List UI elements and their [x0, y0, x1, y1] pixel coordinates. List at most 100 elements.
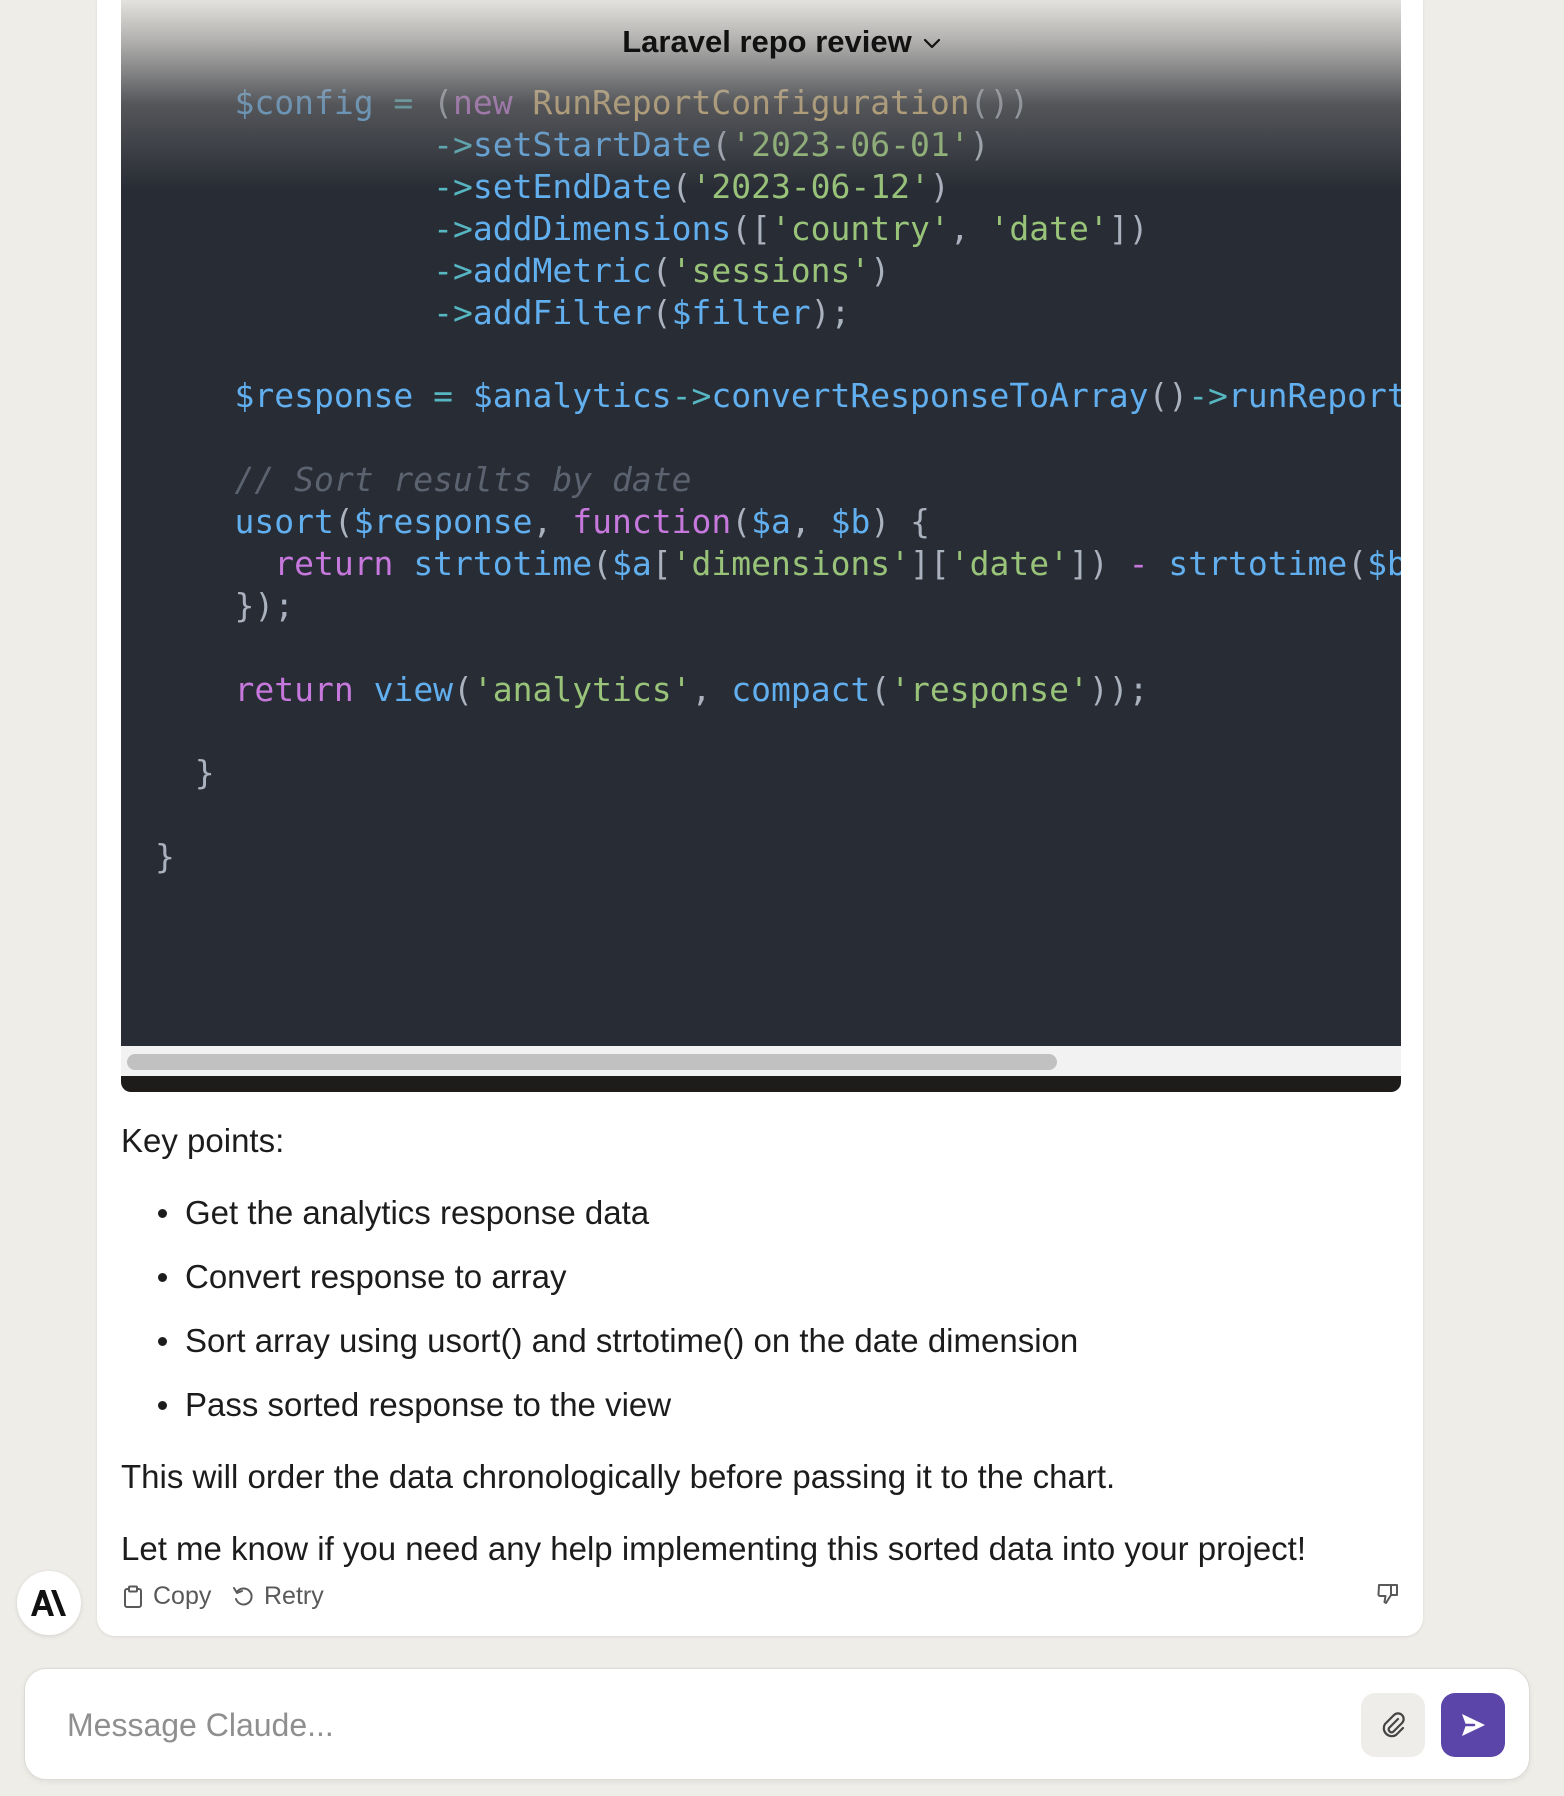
thumbs-down-icon — [1376, 1582, 1400, 1606]
bullet-dot — [158, 1337, 167, 1346]
code-token: '2023-06-12' — [691, 166, 930, 206]
code-token: ]) — [1108, 208, 1149, 248]
code-line: $config = (new RunReportConfiguration()) — [155, 79, 1029, 127]
code-token: 'country' — [770, 208, 950, 248]
code-line: $response = $analytics->convertResponseT… — [155, 372, 1401, 420]
code-token: ( — [731, 502, 752, 541]
code-line: ->addMetric('sessions') — [155, 247, 890, 295]
bullet-dot — [158, 1273, 167, 1282]
code-token: // Sort results by date — [234, 460, 692, 500]
bullet-dot — [158, 1401, 167, 1410]
send-arrow-icon — [1458, 1710, 1488, 1740]
code-token: ) — [929, 166, 950, 206]
code-token: usort — [234, 502, 334, 541]
conversation-title[interactable]: Laravel repo review — [0, 24, 1564, 60]
code-line: ->addFilter($filter); — [155, 289, 850, 337]
code-token: () — [1148, 376, 1189, 416]
code-token: -> — [433, 250, 473, 290]
code-token: 'dimensions' — [671, 543, 911, 583]
code-token: ][ — [910, 543, 950, 583]
copy-button[interactable]: Copy — [123, 1582, 211, 1611]
code-token: , — [949, 208, 990, 248]
code-line: } — [155, 749, 215, 797]
code-token: addDimensions — [472, 208, 732, 248]
code-line: ->addDimensions(['country', 'date']) — [155, 205, 1148, 253]
attach-file-button[interactable] — [1361, 1693, 1425, 1757]
code-token: ([ — [731, 208, 771, 248]
clipboard-icon — [123, 1585, 143, 1609]
code-token: ( — [592, 543, 612, 583]
code-token: ( — [1347, 543, 1368, 583]
code-token: 'analytics' — [472, 669, 692, 709]
code-token: [ — [651, 543, 672, 583]
code-token: , — [532, 502, 573, 541]
code-token: convertResponseToArray — [711, 376, 1149, 416]
code-token: ( — [671, 166, 692, 206]
message-input[interactable] — [65, 1697, 1309, 1753]
code-token: - — [1128, 543, 1149, 583]
code-line: ->setStartDate('2023-06-01') — [155, 121, 989, 169]
message-paragraph: This will order the data chronologically… — [121, 1458, 1116, 1495]
paperclip-icon — [1378, 1710, 1408, 1740]
code-block[interactable]: $config = (new RunReportConfiguration())… — [121, 0, 1401, 1046]
code-token: $config — [234, 83, 374, 122]
code-token: $b — [1367, 543, 1401, 583]
code-token: -> — [1188, 376, 1228, 416]
code-token: $a — [751, 502, 791, 541]
code-line: return strtotime($a['dimensions']['date'… — [155, 540, 1401, 588]
key-points-label: Key points: — [121, 1122, 285, 1159]
retry-label: Retry — [264, 1582, 324, 1610]
code-token: = — [373, 83, 434, 122]
code-token: function — [572, 502, 732, 541]
code-line: usort($response, function($a, $b) { — [155, 498, 930, 546]
code-token: } — [155, 837, 175, 877]
chevron-down-icon[interactable] — [922, 26, 942, 57]
code-token: 'date' — [989, 208, 1109, 248]
list-item: Convert response to array — [185, 1258, 567, 1295]
code-token: ]) — [1069, 543, 1129, 583]
conversation-title-text[interactable]: Laravel repo review — [622, 24, 912, 59]
list-item: Get the analytics response data — [185, 1194, 650, 1231]
code-token: -> — [671, 376, 712, 416]
code-token: ()) — [969, 83, 1030, 122]
code-line: ->setEndDate('2023-06-12') — [155, 163, 950, 211]
code-token: addFilter — [472, 292, 652, 332]
list-item: Sort array using usort() and strtotime()… — [185, 1322, 1079, 1359]
code-token: view — [373, 669, 454, 709]
code-scrollbar-thumb[interactable] — [127, 1054, 1057, 1070]
code-token: , — [790, 502, 831, 541]
code-token: strtotime — [413, 543, 593, 583]
code-token: 'date' — [949, 543, 1070, 583]
retry-button[interactable]: Retry — [232, 1582, 324, 1611]
thumbs-down-button[interactable] — [1376, 1582, 1400, 1606]
code-token: setStartDate — [472, 124, 712, 164]
code-token: addMetric — [472, 250, 652, 290]
code-token: = — [413, 376, 473, 416]
code-token: $filter — [671, 292, 811, 332]
copy-label: Copy — [153, 1582, 212, 1610]
code-token: -> — [433, 124, 473, 164]
code-token: $analytics — [472, 376, 672, 416]
code-token: '2023-06-01' — [731, 124, 970, 164]
code-token: 'sessions' — [671, 250, 871, 290]
code-token: ) { — [870, 502, 930, 541]
code-token: new — [453, 83, 513, 122]
code-line: // Sort results by date — [155, 456, 691, 504]
code-token: ( — [651, 250, 672, 290]
code-line: } — [155, 833, 175, 881]
claude-avatar — [17, 1571, 81, 1635]
code-token: $response — [234, 376, 414, 416]
send-button[interactable] — [1441, 1693, 1505, 1757]
